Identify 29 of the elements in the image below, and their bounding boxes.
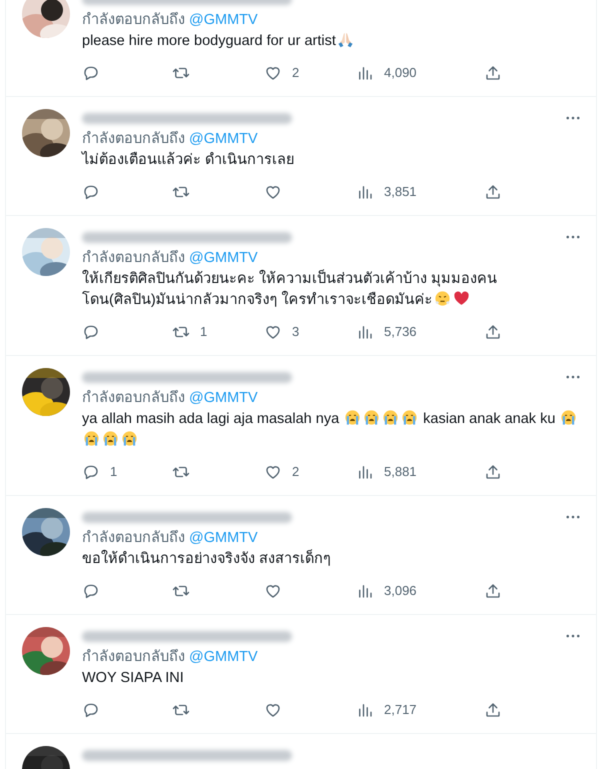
replying-to-text: กำลังตอบกลับถึง @GMMTV <box>82 249 259 268</box>
retweet-count: 1 <box>200 323 208 342</box>
mention-link[interactable]: @GMMTV <box>189 131 258 147</box>
tweet-text: ya allah masih ada lagi aja masalah nya kasian anak anak ku <box>82 409 582 451</box>
like-count: 2 <box>292 463 300 482</box>
tweet-text: ให้เกียรติศิลปินกันด้วยนะคะ ให้ความเป็นส่วนตัวเค้าบ้าง มุมมองคนโดน(ศิลปิน)มันน่ากลัวมากจริงๆ ใครทำเราจะเชือดมันค่ะ <box>82 269 498 310</box>
mention-link[interactable]: @GMMTV <box>189 530 258 546</box>
tweet-text: please hire more bodyguard for ur artist <box>82 31 582 52</box>
mention-link[interactable]: @GMMTV <box>189 12 258 28</box>
replying-to-text: กำลังตอบกลับถึง @GMMTV <box>82 529 259 548</box>
mention-link[interactable]: @GMMTV <box>189 390 258 406</box>
replying-to-text: กำลังตอบกลับถึง @GMMTV <box>82 648 259 667</box>
view-count: 5,881 <box>384 463 417 482</box>
replying-to-text: กำลังตอบกลับถึง @GMMTV <box>82 130 259 149</box>
reply-count: 1 <box>110 463 118 482</box>
view-count: 4,090 <box>384 64 417 82</box>
tweet-text: WOY SIAPA INI <box>82 669 185 688</box>
replying-to-text: กำลังตอบกลับถึง @GMMTV <box>82 389 259 408</box>
like-count: 3 <box>292 323 300 342</box>
view-count: 3,851 <box>384 183 417 202</box>
mention-link[interactable]: @GMMTV <box>189 649 258 665</box>
view-count: 3,096 <box>384 582 417 600</box>
replying-to-text: กำลังตอบกลับถึง @GMMTV <box>82 11 259 30</box>
view-count: 2,717 <box>384 701 417 720</box>
like-count: 2 <box>292 64 300 82</box>
tweet-text: ขอให้ดำเนินการอย่างจริงจัง สงสารเด็กๆ <box>82 549 332 569</box>
tweet-text: ไม่ต้องเตือนแล้วค่ะ ดำเนินการเลย <box>82 150 296 170</box>
mention-link[interactable]: @GMMTV <box>189 250 258 266</box>
view-count: 5,736 <box>384 323 417 342</box>
